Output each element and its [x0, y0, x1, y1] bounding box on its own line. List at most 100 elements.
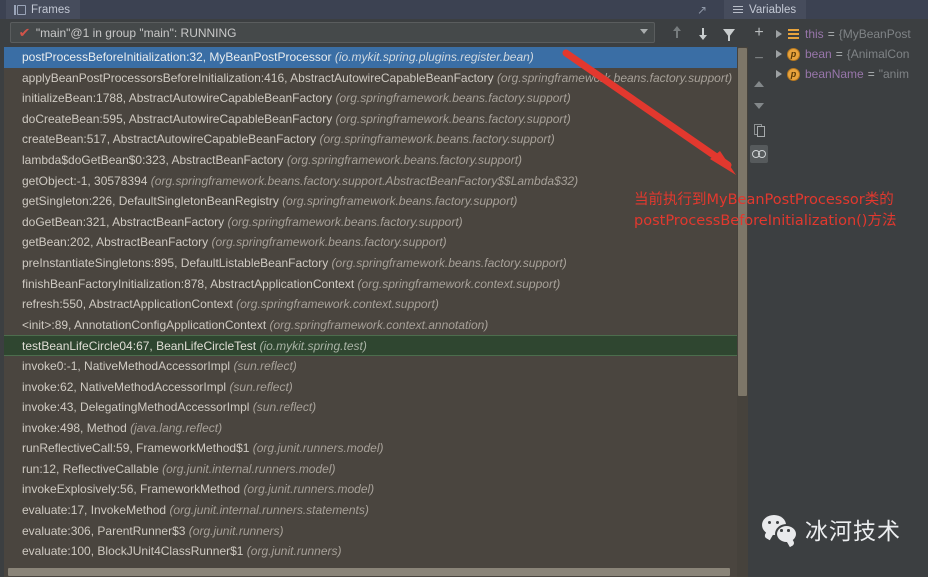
frame-package: (org.springframework.beans.factory.suppo… [496, 70, 733, 85]
frame-method: invoke:62, NativeMethodAccessorImpl [22, 379, 230, 394]
parameter-icon: p [787, 47, 800, 61]
frame-package: (io.mykit.spring.test) [259, 339, 367, 354]
funnel-icon [722, 28, 735, 41]
variable-name: beanName [805, 67, 864, 81]
frame-package: (org.junit.internal.runners.statements) [169, 503, 369, 518]
pin-tab-icon[interactable]: ↗ [697, 4, 711, 16]
frame-method: lambda$doGetBean$0:323, AbstractBeanFact… [22, 152, 287, 167]
frame-row[interactable]: runReflectiveCall:59, FrameworkMethod$1 … [0, 438, 748, 459]
copy-value-button[interactable] [750, 121, 768, 139]
annotation-line-2: postProcessBeforeInitialization()方法 [634, 213, 897, 229]
frame-row[interactable]: <init>:89, AnnotationConfigApplicationCo… [0, 315, 748, 336]
frame-row[interactable]: invoke:62, NativeMethodAccessorImpl (sun… [0, 377, 748, 398]
frame-method: evaluate:17, InvokeMethod [22, 503, 170, 518]
frame-row[interactable]: getObject:-1, 30578394 (org.springframew… [0, 171, 748, 192]
frame-method: evaluate:306, ParentRunner$3 [22, 523, 189, 538]
add-watch-button[interactable]: + [750, 23, 768, 41]
frame-method: evaluate:100, BlockJUnit4ClassRunner$1 [22, 544, 247, 559]
move-frame-up-button[interactable] [666, 22, 687, 43]
frame-package: (org.springframework.beans.factory.suppo… [286, 152, 523, 167]
frame-row[interactable]: getBean:202, AbstractBeanFactory (org.sp… [0, 232, 748, 253]
frame-row[interactable]: invokeExplosively:56, FrameworkMethod (o… [0, 479, 748, 500]
frame-row[interactable]: evaluate:17, InvokeMethod (org.junit.int… [0, 500, 748, 521]
frame-package: (org.junit.internal.runners.model) [162, 461, 336, 476]
frame-row[interactable]: invoke:498, Method (java.lang.reflect) [0, 418, 748, 439]
frame-package: (java.lang.reflect) [130, 420, 223, 435]
frame-row[interactable]: testBeanLifeCircle04:67, BeanLifeCircleT… [0, 335, 748, 356]
frame-method: getSingleton:226, DefaultSingletonBeanRe… [22, 194, 283, 209]
frame-row[interactable]: evaluate:100, BlockJUnit4ClassRunner$1 (… [0, 541, 748, 562]
frame-package: (org.springframework.beans.factory.suppo… [331, 255, 567, 270]
frame-row[interactable]: doCreateBean:595, AbstractAutowireCapabl… [0, 109, 748, 130]
variables-icon [732, 4, 744, 16]
tab-variables[interactable]: Variables [724, 0, 807, 19]
thread-selector-row: ✔ "main"@1 in group "main": RUNNING [0, 19, 735, 47]
frame-package: (io.mykit.spring.plugins.register.bean) [334, 50, 534, 64]
watermark-label: 冰河技术 [805, 519, 901, 545]
frame-method: doCreateBean:595, AbstractAutowireCapabl… [22, 111, 336, 126]
filter-frames-button[interactable] [718, 22, 739, 43]
frame-method: initializeBean:1788, AbstractAutowireCap… [22, 91, 336, 106]
expand-triangle-icon[interactable] [776, 50, 782, 58]
frame-method: getObject:-1, 30578394 [22, 173, 151, 188]
thread-select-value: "main"@1 in group "main": RUNNING [35, 25, 237, 40]
frame-method: createBean:517, AbstractAutowireCapableB… [22, 132, 320, 147]
variables-panel[interactable]: this = {MyBeanPost p bean = {AnimalCon p beanNam… [770, 19, 928, 577]
frame-method: testBeanLifeCircle04:67, BeanLifeCircleT… [22, 339, 260, 354]
scroll-down-button[interactable] [750, 97, 768, 115]
frame-row[interactable]: preInstantiateSingletons:895, DefaultLis… [0, 253, 748, 274]
parameter-icon: p [787, 67, 800, 81]
frame-method: finishBeanFactoryInitialization:878, Abs… [22, 276, 358, 291]
frame-package: (org.springframework.beans.factory.suppo… [335, 111, 571, 126]
frames-horizontal-scrollbar-thumb[interactable] [8, 568, 730, 576]
variable-equals: = [867, 67, 875, 81]
frame-package: (org.springframework.beans.factory.suppo… [282, 194, 518, 209]
frame-package: (org.junit.runners) [246, 544, 342, 559]
wechat-logo-icon [762, 515, 798, 544]
variable-row[interactable]: p bean = {AnimalCon [770, 44, 928, 64]
thread-select[interactable]: ✔ "main"@1 in group "main": RUNNING [10, 22, 655, 43]
expand-triangle-icon[interactable] [776, 30, 782, 38]
watches-icon [752, 150, 766, 158]
annotation-text: 当前执行到MyBeanPostProcessor类的 postProcessBe… [634, 190, 928, 232]
frame-method: run:12, ReflectiveCallable [22, 461, 163, 476]
remove-watch-button[interactable]: − [750, 49, 768, 67]
frames-list-panel[interactable]: postProcessBeforeInitialization:32, MyBe… [0, 47, 748, 577]
frame-package: (sun.reflect) [233, 358, 297, 373]
move-frame-down-button[interactable] [692, 22, 713, 43]
expand-triangle-icon[interactable] [776, 70, 782, 78]
frame-package: (org.junit.runners.model) [243, 482, 375, 497]
frame-row[interactable]: initializeBean:1788, AbstractAutowireCap… [0, 88, 748, 109]
frame-method: <init>:89, AnnotationConfigApplicationCo… [22, 317, 270, 332]
frame-package: (org.springframework.context.annotation) [269, 317, 489, 332]
frames-icon [14, 4, 26, 16]
frame-row[interactable]: applyBeanPostProcessorsBeforeInitializat… [0, 68, 748, 89]
frame-row[interactable]: createBean:517, AbstractAutowireCapableB… [0, 129, 748, 150]
frame-package: (org.springframework.context.support) [357, 276, 561, 291]
frame-row[interactable]: postProcessBeforeInitialization:32, MyBe… [0, 47, 748, 68]
tab-frames-label: Frames [31, 3, 70, 16]
frame-method: applyBeanPostProcessorsBeforeInitializat… [22, 70, 497, 85]
variable-row[interactable]: p beanName = "anim [770, 64, 928, 84]
frame-row[interactable]: refresh:550, AbstractApplicationContext … [0, 294, 748, 315]
tab-variables-label: Variables [749, 3, 797, 16]
variable-row[interactable]: this = {MyBeanPost [770, 24, 928, 44]
frame-row[interactable]: invoke:43, DelegatingMethodAccessorImpl … [0, 397, 748, 418]
frame-row[interactable]: invoke0:-1, NativeMethodAccessorImpl (su… [0, 356, 748, 377]
panel-tab-bar: Frames ↗ Variables [0, 0, 928, 19]
arrow-down-icon [698, 26, 707, 40]
frame-package: (sun.reflect) [229, 379, 293, 394]
chevron-down-icon[interactable] [640, 29, 648, 34]
frame-row[interactable]: finishBeanFactoryInitialization:878, Abs… [0, 274, 748, 295]
frame-package: (org.springframework.beans.factory.suppo… [319, 132, 555, 147]
frame-row[interactable]: evaluate:306, ParentRunner$3 (org.junit.… [0, 521, 748, 542]
watches-toggle-button[interactable] [750, 145, 768, 163]
frame-row[interactable]: lambda$doGetBean$0:323, AbstractBeanFact… [0, 150, 748, 171]
frame-method: invoke0:-1, NativeMethodAccessorImpl [22, 358, 234, 373]
tab-frames[interactable]: Frames [6, 0, 80, 19]
variable-value: {MyBeanPost [838, 27, 911, 41]
scroll-up-button[interactable] [750, 75, 768, 93]
frame-package: (org.junit.runners.model) [252, 441, 384, 456]
variable-name: bean [805, 47, 832, 61]
frame-row[interactable]: run:12, ReflectiveCallable (org.junit.in… [0, 459, 748, 480]
